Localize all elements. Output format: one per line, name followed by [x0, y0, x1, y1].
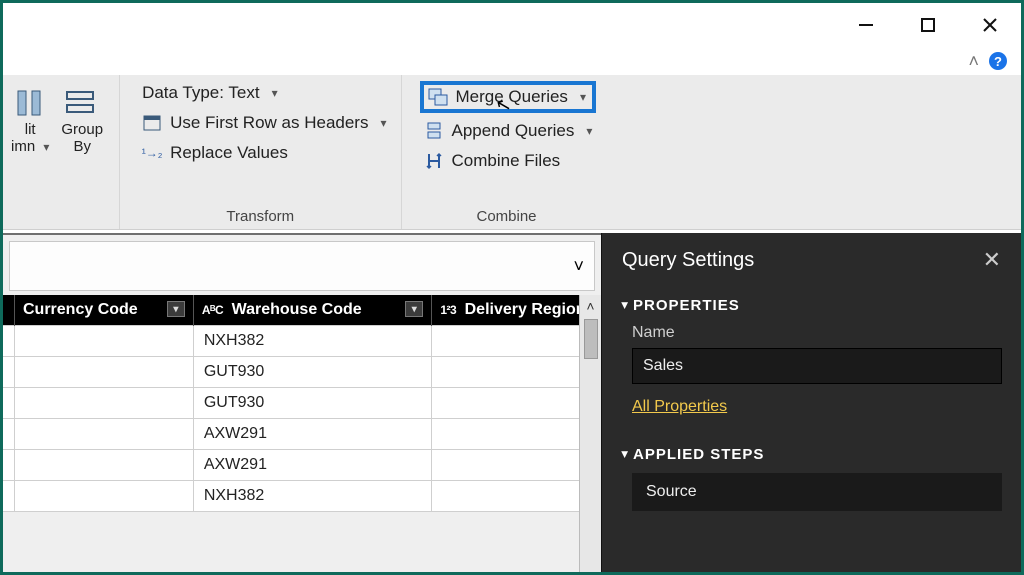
- content-area: ˅ Currency Code ▾ AᴮC Wareho: [3, 233, 1021, 572]
- column-header-delivery[interactable]: 1²3 Delivery Regior: [432, 295, 591, 326]
- all-properties-link[interactable]: All Properties: [632, 398, 727, 416]
- help-icon[interactable]: ?: [989, 52, 1007, 70]
- ribbon-group-transform: Data Type: Text ▾ Use First Row as Heade…: [120, 75, 401, 229]
- combine-group-label: Combine: [412, 205, 602, 227]
- group-by-icon: [65, 85, 99, 121]
- ribbon-group-combine: Merge Queries ▾ ↖ Append Queries ▾: [402, 75, 612, 229]
- filter-icon[interactable]: ▾: [405, 301, 423, 317]
- first-row-headers-label: Use First Row as Headers: [170, 113, 368, 133]
- table-row[interactable]: NXH382: [3, 326, 591, 357]
- table-row[interactable]: NXH382: [3, 481, 591, 512]
- formula-bar[interactable]: ˅: [9, 241, 595, 291]
- filter-icon[interactable]: ▾: [167, 301, 185, 317]
- query-name-input[interactable]: [632, 348, 1002, 384]
- first-row-headers-button[interactable]: Use First Row as Headers ▾: [138, 111, 390, 135]
- group-by-label-2: By: [73, 138, 91, 155]
- text-type-icon: AᴮC: [202, 303, 223, 317]
- append-queries-icon: [424, 122, 444, 140]
- group-by-button[interactable]: GroupBy: [55, 81, 109, 205]
- replace-values-button[interactable]: ¹→₂ Replace Values: [138, 141, 390, 165]
- chevron-down-icon: ▾: [580, 90, 586, 104]
- column-header-delivery-label: Delivery Regior: [465, 301, 582, 318]
- scroll-up-icon[interactable]: ˄: [586, 295, 594, 317]
- number-type-icon: 1²3: [440, 303, 456, 317]
- split-column-label-1: lit: [25, 121, 36, 138]
- table-row[interactable]: GUT930: [3, 357, 591, 388]
- applied-steps-header[interactable]: APPLIED STEPS: [622, 446, 1001, 463]
- replace-values-icon: ¹→₂: [142, 144, 162, 162]
- column-header-partial[interactable]: [3, 295, 15, 326]
- data-pane: ˅ Currency Code ▾ AᴮC Wareho: [3, 233, 601, 572]
- ribbon-group-partial: litimn ▾ GroupBy: [3, 75, 120, 229]
- combine-files-label: Combine Files: [452, 151, 561, 171]
- formula-expand-icon[interactable]: ˅: [573, 256, 584, 277]
- minimize-button[interactable]: [835, 3, 897, 47]
- combine-files-button[interactable]: Combine Files: [420, 149, 597, 173]
- merge-queries-icon: [428, 88, 448, 106]
- close-panel-icon[interactable]: ✕: [983, 247, 1001, 273]
- merge-queries-label: Merge Queries: [456, 87, 568, 107]
- ribbon: litimn ▾ GroupBy Data Type: Text ▾: [3, 75, 1021, 230]
- data-grid-body: NXH382 GUT930 GUT930 AXW291 AXW291 NXH38…: [3, 326, 591, 512]
- name-label: Name: [632, 324, 1001, 342]
- properties-header[interactable]: PROPERTIES: [622, 297, 1001, 314]
- title-bar: [3, 3, 1021, 47]
- chevron-down-icon: ▾: [272, 86, 278, 100]
- data-grid-wrap: Currency Code ▾ AᴮC Warehouse Code ▾ 1²3…: [3, 295, 601, 572]
- scroll-thumb[interactable]: [584, 319, 598, 359]
- table-row[interactable]: GUT930: [3, 388, 591, 419]
- append-queries-button[interactable]: Append Queries ▾: [420, 119, 597, 143]
- data-type-label: Data Type: Text: [142, 83, 260, 103]
- data-type-button[interactable]: Data Type: Text ▾: [138, 81, 390, 105]
- column-header-currency-label: Currency Code: [23, 301, 138, 318]
- query-settings-panel: Query Settings ✕ PROPERTIES Name All Pro…: [601, 233, 1021, 572]
- query-settings-title: Query Settings: [622, 249, 754, 272]
- vertical-scrollbar[interactable]: ˄: [579, 295, 601, 572]
- table-row[interactable]: AXW291: [3, 419, 591, 450]
- group-by-label-1: Group: [61, 121, 103, 138]
- split-column-label-2: imn: [11, 138, 35, 155]
- ribbon-collapse-icon[interactable]: ˄: [968, 51, 979, 72]
- split-column-button[interactable]: litimn ▾: [5, 81, 55, 205]
- column-header-warehouse-label: Warehouse Code: [232, 301, 362, 318]
- qat-row: ˄ ?: [3, 47, 1021, 75]
- app-window: ˄ ? litimn ▾ GroupBy: [0, 0, 1024, 575]
- chevron-down-icon: ▾: [380, 116, 386, 130]
- chevron-down-icon: ▾: [43, 140, 49, 154]
- close-button[interactable]: [959, 3, 1021, 47]
- data-grid[interactable]: Currency Code ▾ AᴮC Warehouse Code ▾ 1²3…: [3, 295, 591, 512]
- group-label-blank: [5, 205, 109, 227]
- transform-group-label: Transform: [130, 205, 390, 227]
- table-row[interactable]: AXW291: [3, 450, 591, 481]
- column-header-currency[interactable]: Currency Code ▾: [15, 295, 194, 326]
- split-column-icon: [16, 85, 44, 121]
- chevron-down-icon: ▾: [586, 124, 592, 138]
- replace-values-label: Replace Values: [170, 143, 288, 163]
- column-header-warehouse[interactable]: AᴮC Warehouse Code ▾: [193, 295, 431, 326]
- table-header-icon: [142, 114, 162, 132]
- combine-files-icon: [424, 152, 444, 170]
- applied-step-source[interactable]: Source: [632, 473, 1002, 511]
- maximize-button[interactable]: [897, 3, 959, 47]
- merge-queries-button[interactable]: Merge Queries ▾ ↖: [420, 81, 597, 113]
- append-queries-label: Append Queries: [452, 121, 575, 141]
